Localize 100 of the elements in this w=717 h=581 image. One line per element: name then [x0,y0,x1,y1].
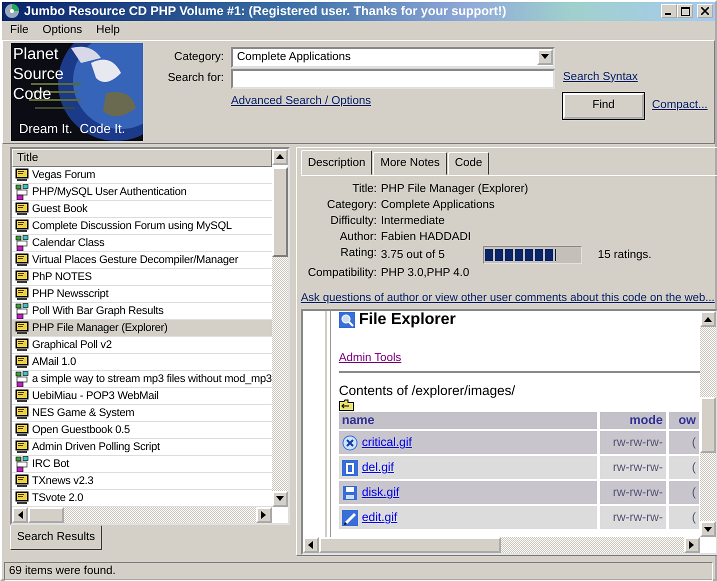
page-heading: File Explorer [358,311,456,330]
field-value: 3.75 out of 5 [380,248,445,262]
list-item[interactable]: PHP File Manager (Explorer) [12,320,272,337]
menu-item[interactable]: Options [42,22,82,39]
field-label: Title: [351,182,377,196]
code-window-icon [15,474,29,488]
file-link[interactable]: edit.gif [362,509,398,526]
code-window-icon [15,440,29,454]
file-link[interactable]: critical.gif [362,434,412,452]
triangle-left-icon [18,510,22,519]
package-icon [15,302,29,319]
list-item[interactable]: Graphical Poll v2 [12,336,272,354]
code-window-icon [15,406,29,420]
list-item[interactable]: AMail 1.0 [12,354,272,371]
code-window-icon [15,423,29,436]
list-item[interactable]: Open Guestbook 0.5 [12,422,272,439]
code-window-icon [15,491,29,504]
code-window-icon [15,253,29,266]
list-item[interactable]: PHP Newsscript [12,286,272,303]
advanced-search-link[interactable]: Advanced Search / Options [231,94,371,107]
compact-link[interactable]: Compact... [652,97,708,114]
list-item[interactable]: Vegas Forum [12,166,272,184]
tab[interactable]: Code [448,152,490,175]
list-item[interactable]: NES Game & System [12,404,272,422]
package-icon [15,234,29,251]
scroll-thumb[interactable] [272,166,288,257]
maximize-icon [680,6,690,16]
scroll-left-button[interactable] [12,506,28,523]
tab[interactable]: Description [300,150,372,175]
triangle-down-icon [276,496,284,502]
search-syntax-link[interactable]: Search Syntax [563,70,638,83]
tab[interactable]: More Notes [373,152,447,175]
scroll-up-button[interactable] [700,311,716,328]
list-item[interactable]: IRC Bot [12,456,272,473]
maximize-button[interactable] [677,4,693,18]
package-icon [15,370,29,387]
column-header[interactable]: mode [600,412,666,430]
list-item[interactable]: UebiMiau - POP3 WebMail [12,388,272,405]
menu-item[interactable]: File [10,22,29,39]
list-item[interactable]: Virtual Places Gesture Decompiler/Manager [12,252,272,269]
search-field[interactable] [231,68,555,89]
list-item[interactable]: TXnews v2.3 [12,472,272,490]
list-item[interactable]: Calendar Class [12,234,272,252]
scroll-down-button[interactable] [700,521,716,538]
code-window-icon [15,219,29,232]
admin-tools-link[interactable]: Admin Tools [338,352,402,364]
scroll-thumb[interactable] [318,537,501,554]
scroll-up-button[interactable] [272,148,288,165]
list-item[interactable]: PHP/MySQL User Authentication [12,184,272,201]
list-item[interactable]: a simple way to stream mp3 files without mod_mp3 [12,370,272,388]
field-label: Author: [338,230,377,244]
scroll-thumb[interactable] [700,397,716,454]
close-button[interactable] [697,4,713,18]
search-label: Search for: [168,71,224,86]
file-link[interactable]: disk.gif [362,484,400,502]
code-window-icon [15,355,29,368]
minimize-button[interactable] [661,4,677,18]
category-dropdown[interactable]: Complete Applications [231,46,555,68]
find-button[interactable]: Find [563,92,644,119]
file-link[interactable]: del.gif [362,459,394,476]
pencil-icon [342,510,358,526]
list-item[interactable]: Complete Discussion Forum using MySQL [12,218,272,235]
field-value: Complete Applications [380,198,496,212]
triangle-right-icon [689,541,694,550]
menu-item[interactable]: Help [96,22,120,39]
web-comments-link[interactable]: Ask questions of author or view other user comments about this code on the web... [300,292,715,304]
table-cell: ( [668,481,699,504]
trash-can-icon [342,460,358,476]
scroll-thumb[interactable] [28,506,64,523]
scroll-down-button[interactable] [272,490,288,507]
dropdown-button[interactable] [537,48,553,65]
scroll-right-button[interactable] [684,537,700,554]
column-header[interactable]: name [338,412,597,430]
category-label: Category: [174,50,224,66]
folder-up-icon[interactable] [338,399,354,412]
status-bar: 69 items were found. [4,562,713,581]
search-results-tab[interactable]: Search Results [10,524,102,550]
column-header[interactable]: ow [668,412,699,430]
code-window-icon [15,287,29,300]
scroll-left-button[interactable] [302,537,319,554]
triangle-down-icon [704,526,712,532]
table-cell: rw-rw-rw- [600,456,666,480]
magnifier-icon [338,312,355,328]
code-window-icon [15,270,29,284]
list-item[interactable]: PhP NOTES [12,268,272,286]
close-icon [701,7,709,16]
triangle-up-icon [276,154,284,160]
table-cell: rw-rw-rw- [600,481,666,504]
package-icon [15,456,29,472]
column-header[interactable]: Title [12,148,272,167]
window-title: Jumbo Resource CD PHP Volume #1: (Registered user. Thanks for your support!) [24,3,508,20]
list-item[interactable]: Admin Driven Polling Script [12,438,272,456]
code-window-icon [15,321,29,334]
rating-count: 15 ratings. [598,248,652,262]
logo-text: Source [13,64,64,85]
triangle-down-icon [541,54,549,60]
table-cell: rw-rw-rw- [600,506,666,530]
logo-tagline: Dream It. Code It. [19,120,126,138]
list-item[interactable]: Guest Book [12,200,272,218]
code-window-icon [15,338,29,352]
